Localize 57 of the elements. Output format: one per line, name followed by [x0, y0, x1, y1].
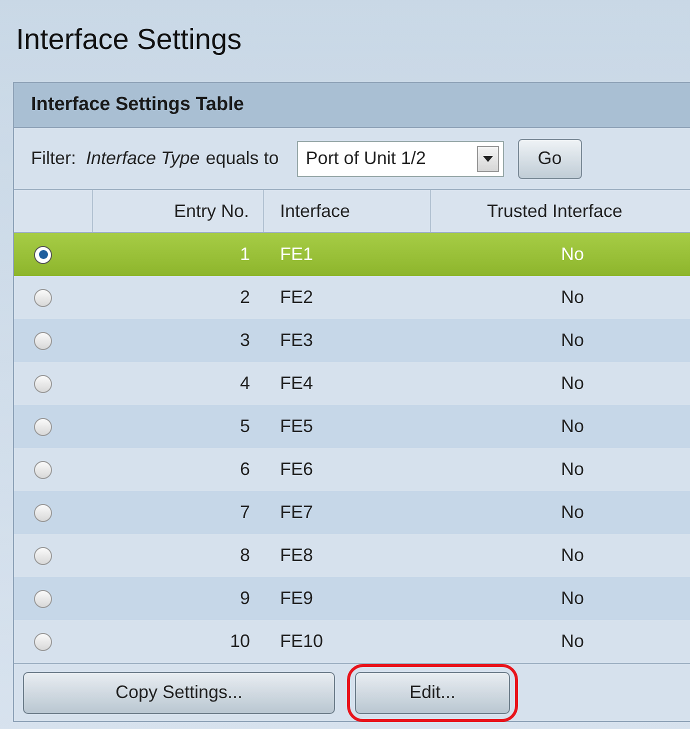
table-cell-text: No	[561, 243, 584, 266]
table-cell-text: No	[561, 587, 584, 610]
table-cell-text: FE8	[280, 544, 314, 567]
table-cell-text: No	[561, 329, 584, 352]
table-cell-text: No	[561, 415, 584, 438]
dropdown-icon	[476, 146, 499, 172]
go-button[interactable]: Go	[518, 138, 582, 178]
table-cell-text: FE10	[280, 630, 324, 653]
table-cell-text: FE4	[280, 372, 314, 395]
radio-button[interactable]	[34, 332, 52, 350]
table-cell-text: 10	[230, 630, 250, 653]
table-row[interactable]: 5 FE5 No	[14, 405, 690, 448]
table-cell-text: 3	[240, 329, 250, 352]
table-cell-text: FE3	[280, 329, 314, 352]
filter-field: Interface Type	[86, 145, 200, 172]
table-row[interactable]: 7 FE7 No	[14, 491, 690, 534]
table-row[interactable]: 3 FE3 No	[14, 319, 690, 362]
filter-label: Filter:	[31, 147, 76, 170]
page-title: Interface Settings	[16, 23, 242, 58]
table-title: Interface Settings Table	[31, 92, 244, 117]
radio-button[interactable]	[34, 246, 52, 264]
table-cell-text: FE6	[280, 458, 314, 481]
table-cell-text: No	[561, 286, 584, 309]
radio-button[interactable]	[34, 288, 52, 306]
table-cell-text: 7	[240, 501, 250, 524]
table-cell-text: 2	[240, 286, 250, 309]
table-cell-text: No	[561, 458, 584, 481]
table-cell-text: FE9	[280, 587, 314, 610]
table-cell-text: FE7	[280, 501, 314, 524]
action-button[interactable]: Edit...	[355, 672, 510, 714]
radio-button[interactable]	[34, 590, 52, 608]
radio-button[interactable]	[34, 504, 52, 522]
filter-operator: equals to	[206, 147, 279, 170]
table-cell-text: FE5	[280, 415, 314, 438]
radio-button[interactable]	[34, 460, 52, 478]
column-header: Entry No.	[174, 200, 249, 223]
action-button[interactable]: Copy Settings...	[23, 672, 335, 714]
radio-button[interactable]	[34, 374, 52, 392]
radio-button[interactable]	[34, 632, 52, 650]
table-cell-text: No	[561, 544, 584, 567]
table-cell-text: 1	[240, 243, 250, 266]
table-cell-text: 4	[240, 372, 250, 395]
table-cell-text: 9	[240, 587, 250, 610]
radio-button[interactable]	[34, 546, 52, 564]
table-cell-text: 5	[240, 415, 250, 438]
column-header: Interface	[280, 200, 350, 222]
table-cell-text: FE1	[280, 243, 314, 266]
table-cell-text: 8	[240, 544, 250, 567]
table-cell-text: No	[561, 372, 584, 395]
column-header: Trusted Interface	[487, 200, 622, 222]
radio-button[interactable]	[34, 418, 52, 436]
table-cell-text: No	[561, 501, 584, 524]
table-row[interactable]: 9 FE9 No	[14, 577, 690, 620]
table-cell-text: FE2	[280, 286, 314, 309]
table-cell-text: 6	[240, 458, 250, 481]
filter-select[interactable]: Port of Unit 1/2	[296, 140, 504, 176]
table-cell-text: No	[561, 630, 584, 653]
